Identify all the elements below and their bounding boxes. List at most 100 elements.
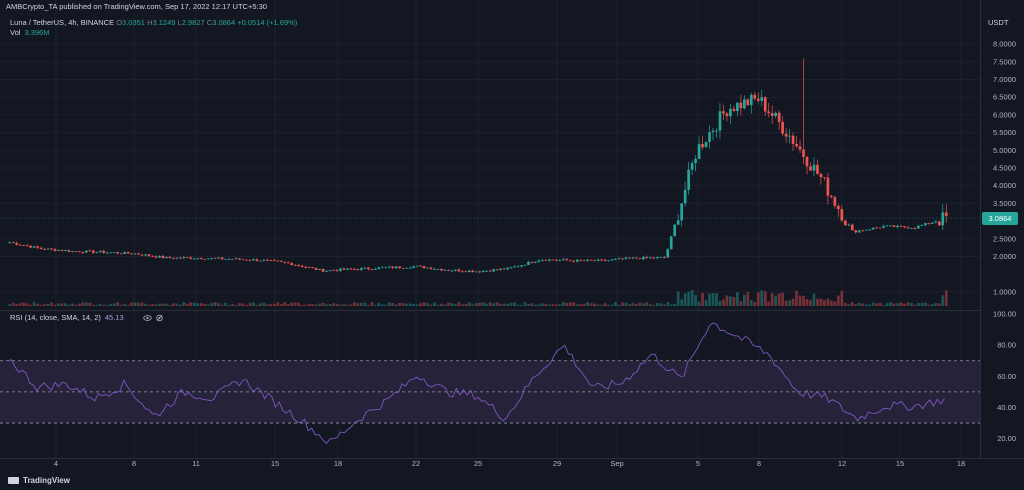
volume-bar: [255, 304, 259, 306]
volume-legend[interactable]: Vol 3.396M: [10, 28, 49, 38]
volume-bar: [259, 303, 262, 306]
candle-body: [32, 246, 36, 248]
candle-body: [238, 258, 241, 260]
candle-body: [102, 250, 106, 254]
candle-body: [394, 266, 398, 269]
candle-body: [554, 260, 558, 261]
candle-body: [749, 94, 753, 106]
candle-body: [722, 111, 725, 114]
volume-bar: [847, 304, 851, 306]
candle-body: [534, 261, 537, 263]
candle-body: [875, 227, 878, 229]
volume-bar: [662, 304, 666, 306]
candle-body: [788, 135, 791, 137]
volume-bar: [704, 299, 708, 306]
candle-body: [708, 132, 711, 143]
main-series-legend[interactable]: Luna / TetherUS, 4h, BINANCE O3.0351 H3.…: [10, 18, 297, 28]
tradingview-logo-icon: [8, 477, 19, 485]
candle-body: [349, 268, 353, 270]
tradingview-brand[interactable]: TradingView: [8, 476, 70, 486]
volume-bar: [248, 302, 252, 306]
candle-body: [830, 195, 833, 198]
time-tick-label: 18: [957, 459, 965, 468]
volume-bar: [130, 302, 133, 306]
volume-bar: [488, 302, 492, 306]
volume-bar: [642, 303, 645, 306]
candle-body: [836, 205, 840, 210]
candle-body: [272, 260, 276, 261]
time-tick-label: 29: [553, 459, 561, 468]
volume-bar: [241, 303, 245, 306]
candle-body: [91, 250, 95, 253]
volume-bar: [22, 302, 26, 306]
volume-bar: [760, 290, 764, 306]
gear-icon[interactable]: [155, 314, 164, 322]
candle-body: [269, 260, 273, 261]
candle-body: [126, 251, 130, 254]
candle-body: [502, 268, 506, 270]
volume-bar: [91, 304, 95, 306]
volume-bar: [885, 303, 889, 306]
candle-body: [572, 260, 576, 262]
candle-body: [568, 260, 572, 262]
volume-bar: [227, 304, 231, 306]
volume-bar: [913, 304, 917, 306]
candle-body: [335, 270, 339, 272]
rsi-legend[interactable]: RSI (14, close, SMA, 14, 2) 45.13: [10, 313, 163, 323]
volume-bar: [711, 293, 715, 306]
volume-bar: [398, 302, 402, 306]
candle-body: [715, 130, 718, 132]
volume-bar: [575, 304, 579, 306]
candle-body: [137, 253, 140, 255]
candle-body: [673, 224, 677, 237]
volume-bar: [781, 292, 784, 306]
candle-body: [370, 269, 374, 270]
volume-bar: [346, 304, 349, 306]
candle-body: [589, 259, 593, 261]
candle-body: [391, 266, 395, 269]
candle-body: [168, 256, 172, 258]
volume-bar: [652, 304, 656, 306]
candle-body: [307, 267, 311, 268]
chart-snapshot: 8.0000 7.5000 7.0000 6.5000 6.0000 5.5000 5.00…: [0, 0, 1024, 490]
volume-bar: [460, 304, 464, 306]
volume-bar: [673, 303, 677, 306]
candle-body: [774, 112, 778, 117]
volume-bar: [262, 302, 266, 306]
volume-bar: [697, 301, 701, 306]
volume-bar: [36, 303, 39, 306]
candle-body: [903, 226, 906, 228]
currency-label[interactable]: USDT: [988, 18, 1008, 28]
eye-icon[interactable]: [143, 314, 152, 322]
volume-bar: [896, 303, 899, 306]
candle-body: [669, 236, 673, 250]
volume-bar: [380, 304, 384, 306]
candle-body: [353, 269, 356, 270]
volume-bar: [46, 303, 50, 306]
change-value: +0.0514 (+1.69%): [237, 18, 298, 27]
volume-bar: [328, 304, 332, 306]
volume-bar: [266, 304, 269, 306]
candle-body: [429, 267, 433, 270]
candle-body: [185, 257, 189, 259]
volume-bar: [582, 304, 586, 306]
volume-bar: [29, 304, 32, 306]
candle-body: [342, 268, 346, 270]
time-tick-label: 25: [474, 459, 482, 468]
volume-bar: [426, 303, 429, 306]
candle-body: [676, 220, 680, 225]
volume-bar: [102, 304, 106, 306]
volume-bar: [112, 303, 116, 306]
volume-bar: [318, 303, 321, 306]
candle-body: [694, 158, 697, 163]
volume-bar: [934, 303, 938, 306]
volume-bar: [544, 303, 548, 306]
candle-body: [474, 271, 478, 273]
volume-bar: [558, 304, 562, 306]
volume-bar: [415, 304, 419, 306]
volume-bar: [224, 302, 227, 306]
rsi-value: 45.13: [104, 313, 124, 322]
candle-body: [464, 271, 468, 273]
price-axis[interactable]: 8.0000 7.5000 7.0000 6.5000 6.0000 5.5000 5.00…: [993, 40, 1016, 297]
volume-bar: [405, 303, 408, 306]
